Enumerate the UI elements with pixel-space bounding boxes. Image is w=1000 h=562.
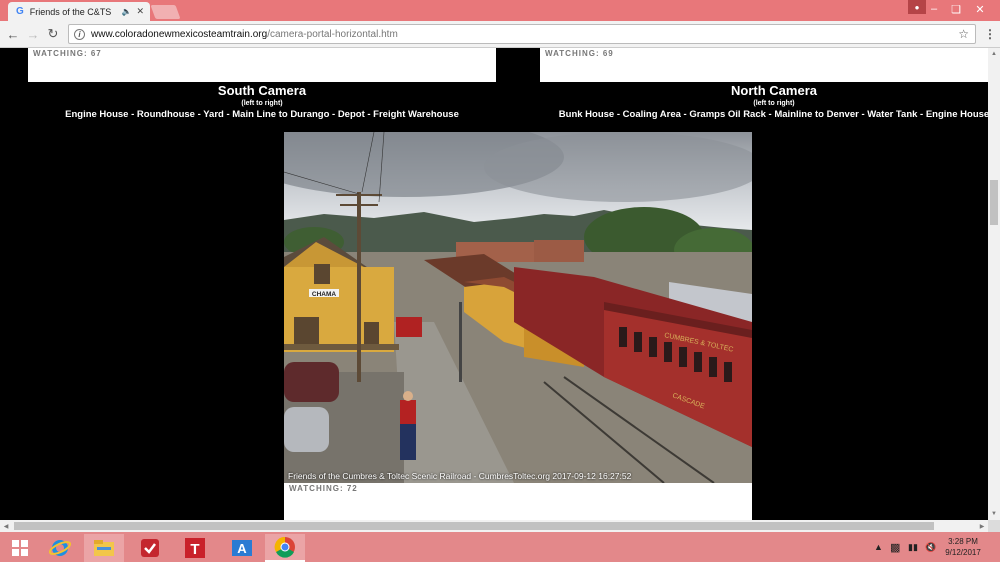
clock-time: 3:28 PM — [948, 537, 978, 546]
tray-device-icon[interactable]: ▩ — [890, 532, 900, 562]
svg-text:T: T — [190, 541, 199, 558]
a-app-icon[interactable]: A — [222, 534, 262, 562]
chrome-taskbar-icon[interactable] — [265, 534, 305, 562]
network-icon[interactable]: ▮▮ — [908, 532, 918, 562]
south-camera-locations: Engine House - Roundhouse - Yard - Main … — [65, 109, 459, 120]
new-tab-button[interactable] — [150, 5, 181, 19]
south-camera-title: South Camera — [217, 83, 307, 98]
south-camera-note: (left to right) — [241, 100, 283, 107]
windows-start-icon[interactable] — [0, 534, 40, 562]
tab-title: Friends of the C&TS — [29, 6, 112, 17]
file-explorer-icon[interactable] — [84, 534, 124, 562]
tray-up-arrow-icon[interactable]: ▲ — [874, 532, 883, 562]
scroll-left-icon[interactable]: ◀ — [0, 520, 12, 532]
url-path: /camera-portal-horizontal.htm — [267, 28, 398, 40]
scroll-down-icon[interactable]: ▼ — [988, 508, 1000, 520]
north-camera-locations: Bunk House - Coaling Area - Gramps Oil R… — [558, 109, 988, 120]
camera-feed-image: CHAMA CUMBRES & TOLTEC CASCADE — [284, 132, 752, 483]
menu-kebab-icon[interactable]: ⋮ — [984, 27, 996, 41]
speaker-icon[interactable]: 🔈 — [121, 7, 131, 16]
horizontal-scroll-thumb[interactable] — [14, 522, 934, 530]
horizontal-scrollbar[interactable]: ◀ ▶ — [0, 520, 988, 532]
center-watching-box: WATCHING: 72 — [284, 483, 752, 520]
left-watching-count: WATCHING: 67 — [33, 49, 102, 58]
scrollbar-corner — [988, 520, 1000, 532]
camera-feed[interactable]: CHAMA CUMBRES & TOLTEC CASCADE Friends o… — [284, 132, 752, 483]
browser-tab[interactable]: G Friends of the C&TS 🔈 ✕ — [8, 2, 150, 21]
internet-explorer-icon[interactable] — [40, 534, 80, 562]
scroll-up-icon[interactable]: ▲ — [988, 48, 1000, 60]
north-camera-heading: North Camera (left to right) Bunk House … — [520, 83, 988, 122]
browser-title-bar: G Friends of the C&TS 🔈 ✕ ● – ❏ ✕ — [0, 0, 1000, 21]
right-watching-count: WATCHING: 69 — [545, 49, 614, 58]
scroll-right-icon[interactable]: ▶ — [976, 520, 988, 532]
depot-sign-text: CHAMA — [312, 291, 336, 298]
reload-icon[interactable]: ↻ — [45, 26, 61, 42]
left-watching-box: WATCHING: 67 — [28, 48, 496, 82]
vertical-scroll-thumb[interactable] — [990, 180, 998, 225]
feed-caption: Friends of the Cumbres & Toltec Scenic R… — [288, 471, 632, 481]
info-icon[interactable]: i — [74, 28, 85, 40]
close-window-icon[interactable]: ✕ — [966, 0, 994, 18]
windows-taskbar: T A ▲ ▩ ▮▮ 🔇 3:28 PM 9/12/2017 — [0, 532, 1000, 562]
page-viewport: WATCHING: 67 WATCHING: 69 South Camera (… — [0, 48, 988, 520]
south-camera-heading: South Camera (left to right) Engine Hous… — [30, 83, 494, 122]
center-watching-count: WATCHING: 72 — [289, 484, 358, 493]
svg-text:A: A — [237, 541, 247, 556]
browser-toolbar: ← → ↻ i www.coloradonewmexicosteamtrain.… — [0, 21, 1000, 48]
google-favicon-icon: G — [16, 6, 24, 17]
north-camera-note: (left to right) — [753, 100, 795, 107]
t-app-icon[interactable]: T — [175, 534, 215, 562]
bookmark-star-icon[interactable]: ☆ — [958, 27, 969, 41]
back-arrow-icon[interactable]: ← — [5, 26, 21, 42]
forward-arrow-icon[interactable]: → — [25, 26, 41, 42]
north-camera-title: North Camera — [731, 83, 817, 98]
vertical-scrollbar[interactable]: ▲ ▼ — [988, 48, 1000, 520]
right-watching-box: WATCHING: 69 — [540, 48, 988, 82]
volume-muted-icon[interactable]: 🔇 — [925, 532, 936, 562]
address-bar[interactable]: i www.coloradonewmexicosteamtrain.org/ca… — [68, 24, 976, 44]
close-tab-icon[interactable]: ✕ — [136, 6, 144, 17]
red-app-icon[interactable] — [130, 534, 170, 562]
system-clock[interactable]: 3:28 PM 9/12/2017 — [938, 536, 988, 558]
url-host: www.coloradonewmexicosteamtrain.org — [91, 28, 268, 40]
clock-date: 9/12/2017 — [945, 548, 981, 557]
